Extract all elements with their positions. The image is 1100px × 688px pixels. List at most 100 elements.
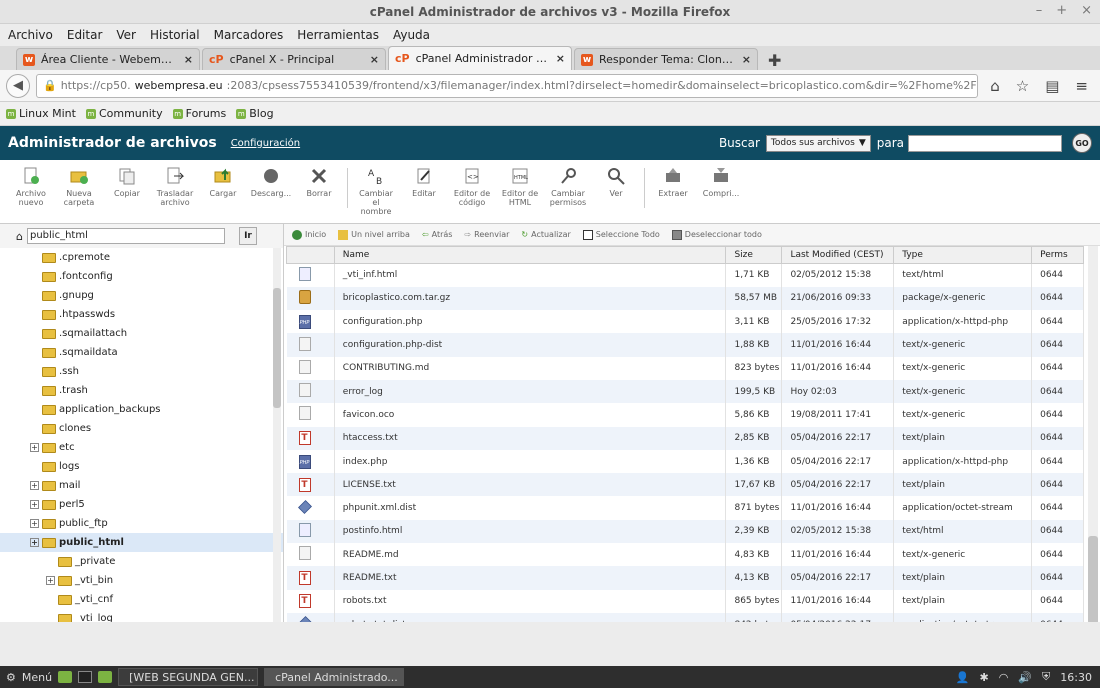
tree-node-cpremote[interactable]: .cpremote — [0, 248, 283, 267]
expand-icon[interactable]: + — [30, 538, 39, 547]
wifi-icon[interactable]: ◠ — [999, 671, 1009, 684]
ir-button[interactable]: Ir — [238, 227, 257, 245]
go-button[interactable]: GO — [1072, 133, 1092, 153]
nav-up-level[interactable]: Un nivel arriba — [338, 229, 410, 240]
expand-icon[interactable]: + — [46, 576, 55, 585]
tab-cpanel-filemanager[interactable]: cP cPanel Administrador de ... × — [388, 46, 572, 70]
tree-node-trash[interactable]: .trash — [0, 381, 283, 400]
extract-button[interactable]: Extraer — [650, 166, 696, 198]
tree-node-logs[interactable]: logs — [0, 457, 283, 476]
close-icon[interactable]: × — [184, 53, 193, 66]
menu-ayuda[interactable]: Ayuda — [393, 28, 430, 42]
table-row[interactable]: Thtaccess.txt 2,85 KB 05/04/2016 22:17 text… — [286, 426, 1084, 450]
col-size[interactable]: Size — [725, 246, 783, 264]
files-icon[interactable] — [98, 671, 113, 683]
maximize-icon[interactable]: + — [1056, 3, 1067, 18]
volume-icon[interactable]: 🔊 — [1018, 671, 1032, 684]
menu-marcadores[interactable]: Marcadores — [214, 28, 284, 42]
table-row[interactable]: T LICENSE.txt 17,67 KB 05/04/2016 22:17 text… — [286, 473, 1084, 497]
user-icon[interactable]: 👤 — [956, 671, 970, 684]
expand-icon[interactable]: + — [30, 519, 39, 528]
tree-node-mail[interactable]: + mail — [0, 476, 283, 495]
config-link[interactable]: Configuración — [231, 138, 300, 149]
show-desktop-icon[interactable] — [58, 671, 73, 683]
rename-button[interactable]: A B Cambiar el nombre — [353, 166, 399, 216]
new-file-button[interactable]: Archivo nuevo — [8, 166, 54, 207]
tree-node-vti-cnf[interactable]: _vti_cnf — [0, 590, 283, 609]
shield-icon[interactable]: ⛨ — [1042, 670, 1050, 684]
tree-node-clones[interactable]: clones — [0, 419, 283, 438]
move-button[interactable]: Trasladar archivo — [152, 166, 198, 207]
terminal-icon[interactable] — [78, 671, 93, 683]
close-icon[interactable]: × — [370, 53, 379, 66]
menu-editar[interactable]: Editar — [67, 28, 103, 42]
nav-deselect-all[interactable]: Deseleccionar todo — [671, 229, 762, 240]
minimize-icon[interactable]: – — [1036, 3, 1043, 18]
tree-node-public-ftp[interactable]: + public_ftp — [0, 514, 283, 533]
close-icon[interactable]: × — [556, 52, 565, 65]
menu-historial[interactable]: Historial — [150, 28, 200, 42]
table-row[interactable]: PHP index.php 1,36 KB 05/04/2016 22:17 appli… — [286, 449, 1084, 474]
bluetooth-icon[interactable]: ✱ — [980, 671, 989, 684]
table-row[interactable]: configuration.php-dist 1,88 KB 11/01/2016 … — [286, 333, 1084, 357]
table-row[interactable]: Trobots.txt 865 bytes 11/01/2016 16:44 text… — [286, 589, 1084, 613]
file-scroll-thumb[interactable] — [1088, 536, 1098, 622]
view-button[interactable]: Ver — [593, 166, 639, 198]
delete-button[interactable]: Borrar — [296, 166, 342, 198]
tree-node-application-backups[interactable]: application_backups — [0, 400, 283, 419]
tree-node-perl5[interactable]: + perl5 — [0, 495, 283, 514]
bookmark-forums[interactable]: m Forums — [172, 107, 226, 120]
taskbar-item-cpanel[interactable]: cPanel Administrado... — [264, 668, 405, 686]
tree-node-vti-log[interactable]: _vti_log — [0, 609, 283, 622]
html-editor-button[interactable]: HTML Editor de HTML — [497, 166, 543, 207]
search-input[interactable] — [908, 134, 1062, 152]
new-tab-icon[interactable]: ✚ — [760, 51, 789, 70]
table-row[interactable]: PHP configuration.php 3,11 KB 25/05/2016 17… — [286, 310, 1084, 334]
search-scope-select[interactable]: Todos sus archivos ▼ — [765, 134, 871, 152]
table-row[interactable]: phpunit.xml.dist 871 bytes 11/01/2016 16:4… — [286, 496, 1084, 520]
table-row[interactable]: robots.txt.dist842 bytes05/04/2016 22:17… — [286, 612, 1084, 622]
table-row[interactable]: postinfo.html 2,39 KB 02/05/2012 15:38 text… — [286, 519, 1084, 544]
table-row[interactable]: CONTRIBUTING.md 823 bytes 11/01/2016 16:44… — [286, 356, 1084, 380]
download-button[interactable]: Descarg... — [248, 166, 294, 198]
code-editor-button[interactable]: <> Editor de código — [449, 166, 495, 207]
tree-node-htpasswds[interactable]: .htpasswds — [0, 305, 283, 324]
tree-scrollbar[interactable] — [273, 248, 281, 622]
table-row[interactable]: favicon.oco 5,86 KB 19/08/2011 17:41 text/x… — [286, 403, 1084, 427]
bookmark-blog[interactable]: m Blog — [236, 107, 274, 120]
nav-back[interactable]: ⇦ Atrás — [422, 230, 453, 239]
table-row[interactable]: _vti_inf.html 1,71 KB 02/05/2012 15:38 text… — [286, 263, 1084, 287]
star-icon[interactable]: ☆ — [1016, 77, 1029, 95]
tab-cpanel-principal[interactable]: cP cPanel X - Principal × — [202, 48, 386, 70]
table-row[interactable]: bricoplastico.com.tar.gz 58,57 MB 21/06/20… — [286, 286, 1084, 311]
tree-node-etc[interactable]: + etc — [0, 438, 283, 457]
menu-ver[interactable]: Ver — [116, 28, 136, 42]
tree-node-gnupg[interactable]: .gnupg — [0, 286, 283, 305]
tree-node-sqmailattach[interactable]: .sqmailattach — [0, 324, 283, 343]
menu-archivo[interactable]: Archivo — [8, 28, 53, 42]
col-modified[interactable]: Last Modified (CEST) — [781, 246, 895, 264]
col-name[interactable]: Name — [333, 246, 727, 264]
tree-node-private[interactable]: _private — [0, 552, 283, 571]
taskbar-item-web[interactable]: [WEB SEGUNDA GEN... — [118, 668, 259, 686]
nav-home[interactable]: Inicio — [292, 229, 326, 240]
menu-herramientas[interactable]: Herramientas — [297, 28, 379, 42]
path-input[interactable]: public_html — [26, 228, 225, 244]
expand-icon[interactable]: + — [30, 500, 39, 509]
bookmark-community[interactable]: m Community — [85, 107, 163, 120]
col-perms[interactable]: Perms — [1031, 246, 1084, 264]
tree-node-public-html[interactable]: + public_html — [0, 533, 283, 552]
table-row[interactable]: error_log 199,5 KB Hoy 02:03 text/x-generic… — [286, 379, 1084, 404]
tree-node-vti-bin[interactable]: + _vti_bin — [0, 571, 283, 590]
expand-icon[interactable]: + — [30, 443, 39, 452]
col-type[interactable]: Type — [893, 246, 1033, 264]
bookmark-linux-mint[interactable]: m Linux Mint — [6, 107, 76, 120]
close-icon[interactable]: × — [1081, 3, 1092, 18]
tree-node-ssh[interactable]: .ssh — [0, 362, 283, 381]
table-row[interactable]: T README.txt 4,13 KB 05/04/2016 22:17 text/p… — [286, 566, 1084, 590]
taskbar-menu[interactable]: Menú — [22, 671, 52, 684]
tab-responder-tema[interactable]: w Responder Tema: Clonar ... × — [574, 48, 758, 70]
expand-icon[interactable]: + — [30, 481, 39, 490]
menu-gear-icon[interactable]: ⚙ — [6, 671, 16, 684]
home-icon[interactable]: ⌂ — [990, 77, 1000, 95]
